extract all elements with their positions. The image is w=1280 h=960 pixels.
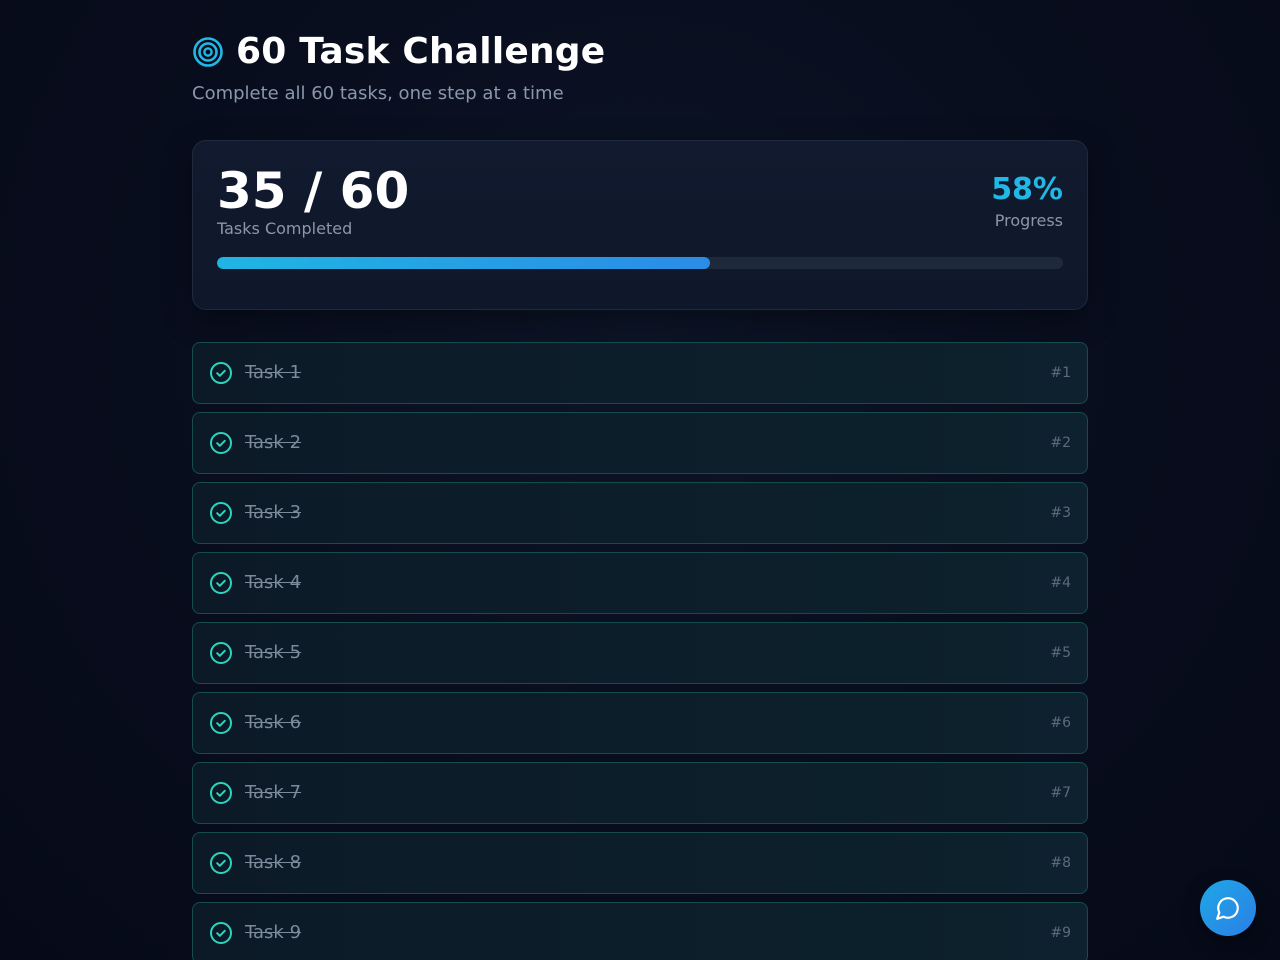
chat-bubble-icon: [1215, 895, 1241, 921]
check-circle-icon[interactable]: [209, 781, 233, 805]
task-item[interactable]: Task 5 #5: [192, 622, 1088, 684]
task-number: #1: [1050, 365, 1071, 381]
page-header: 60 Task Challenge Complete all 60 tasks,…: [192, 30, 1088, 106]
progress-bar-fill: [217, 257, 711, 269]
task-number: #3: [1050, 505, 1071, 521]
progress-percent: 58%: [991, 172, 1063, 207]
page-title: 60 Task Challenge: [236, 31, 606, 72]
task-number: #2: [1050, 435, 1071, 451]
progress-percent-label: Progress: [994, 211, 1063, 230]
chat-button[interactable]: [1200, 880, 1256, 936]
completed-count-label: Tasks Completed: [217, 219, 353, 238]
check-circle-icon[interactable]: [209, 571, 233, 595]
check-circle-icon[interactable]: [209, 921, 233, 945]
check-circle-icon[interactable]: [209, 641, 233, 665]
task-label: Task 5: [245, 642, 302, 663]
task-item[interactable]: Task 4 #4: [192, 552, 1088, 614]
check-circle-icon[interactable]: [209, 851, 233, 875]
task-number: #9: [1050, 925, 1071, 941]
task-label: Task 2: [245, 432, 302, 453]
task-item[interactable]: Task 1 #1: [192, 342, 1088, 404]
task-item[interactable]: Task 8 #8: [192, 832, 1088, 894]
task-label: Task 6: [245, 712, 302, 733]
check-circle-icon[interactable]: [209, 361, 233, 385]
task-label: Task 4: [245, 572, 302, 593]
task-item[interactable]: Task 7 #7: [192, 762, 1088, 824]
task-item[interactable]: Task 3 #3: [192, 482, 1088, 544]
task-number: #6: [1050, 715, 1071, 731]
progress-card: 35 / 60 Tasks Completed 58% Progress: [192, 140, 1088, 310]
check-circle-icon[interactable]: [209, 501, 233, 525]
task-item[interactable]: Task 6 #6: [192, 692, 1088, 754]
task-label: Task 1: [245, 362, 302, 383]
task-item[interactable]: Task 2 #2: [192, 412, 1088, 474]
task-number: #8: [1050, 855, 1071, 871]
target-icon: [192, 36, 224, 68]
check-circle-icon[interactable]: [209, 711, 233, 735]
task-label: Task 8: [245, 852, 302, 873]
check-circle-icon[interactable]: [209, 431, 233, 455]
page-subtitle: Complete all 60 tasks, one step at a tim…: [192, 83, 564, 104]
title-row: 60 Task Challenge: [192, 30, 1088, 74]
task-item[interactable]: Task 9 #9: [192, 902, 1088, 960]
task-number: #7: [1050, 785, 1071, 801]
task-label: Task 9: [245, 922, 302, 943]
task-label: Task 7: [245, 782, 302, 803]
task-list: Task 1 #1 Task 2 #2 Task 3 #3 Task 4 #4 Task 5 #5…: [192, 342, 1088, 960]
task-number: #4: [1050, 575, 1071, 591]
task-number: #5: [1050, 645, 1071, 661]
progress-bar-track: [217, 257, 1063, 269]
completed-count: 35 / 60: [217, 162, 410, 220]
task-label: Task 3: [245, 502, 302, 523]
